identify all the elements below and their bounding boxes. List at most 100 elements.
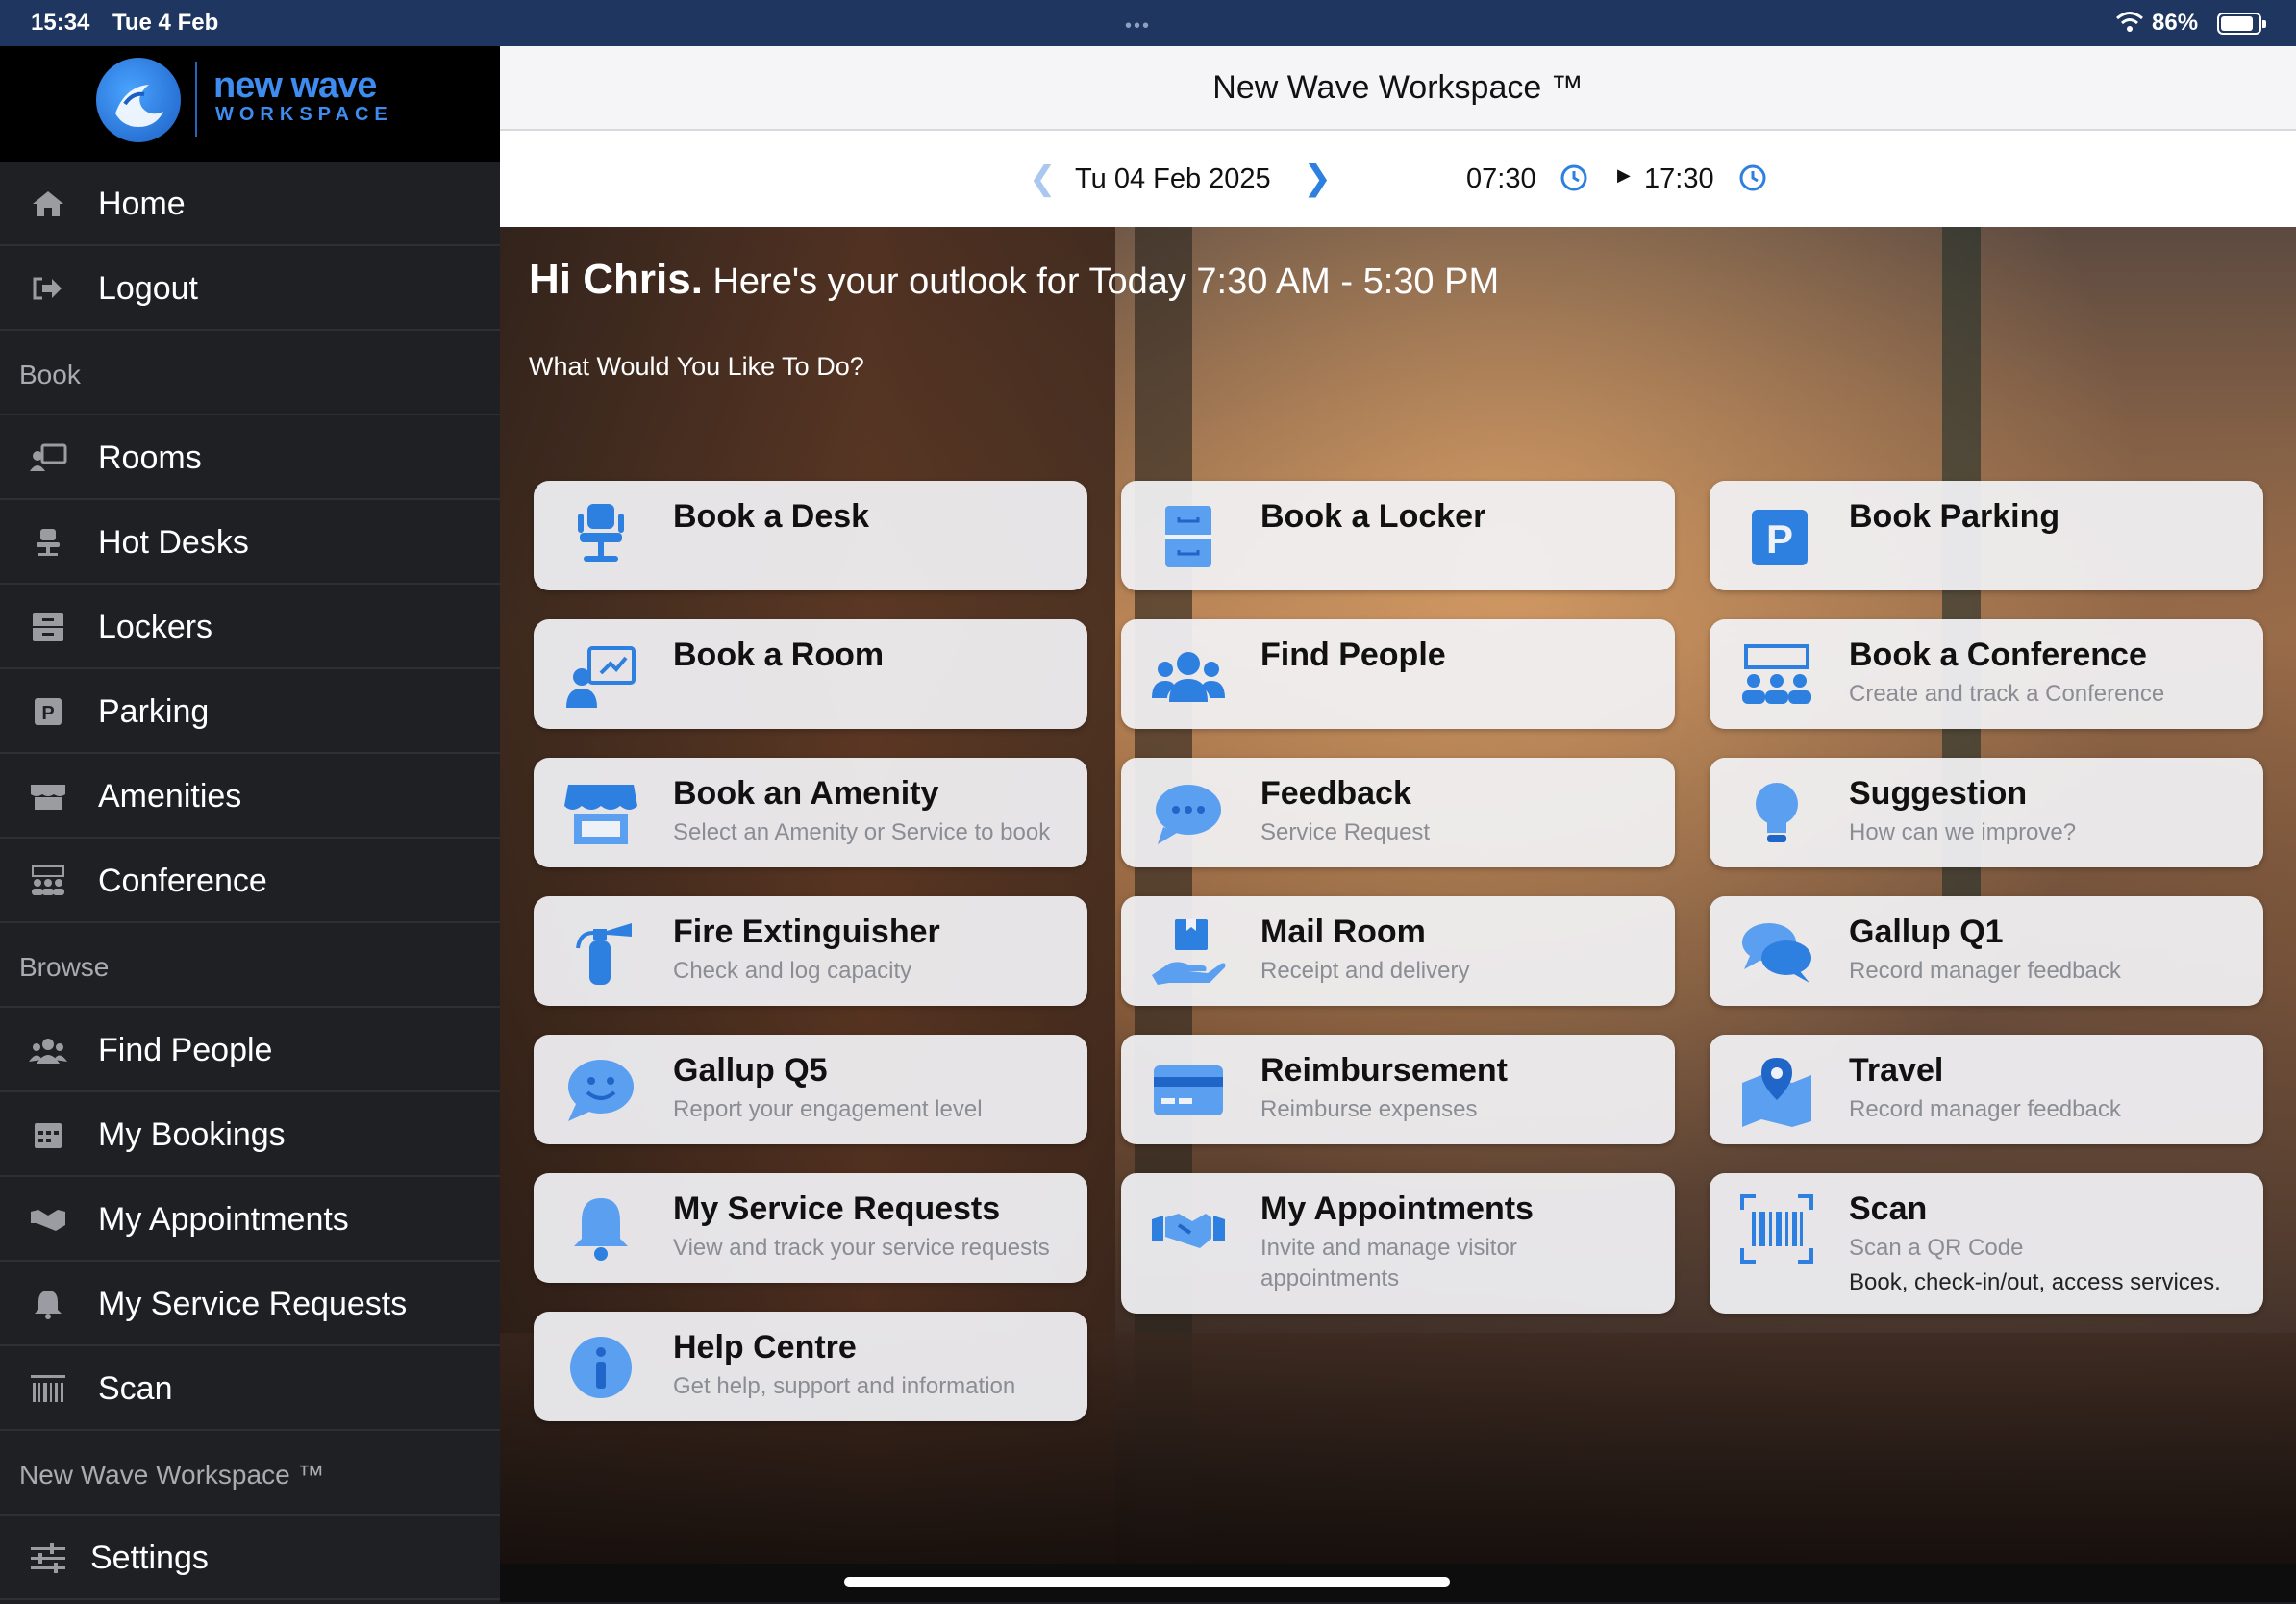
- section-heading: Browse: [19, 952, 110, 982]
- barcode-icon: [31, 1375, 65, 1402]
- dashboard: Hi Chris. Here's your outlook for Today …: [500, 227, 2296, 1602]
- tile-subtitle-line2: appointments: [1260, 1266, 1400, 1291]
- tile-suggestion[interactable]: Suggestion How can we improve?: [1710, 758, 2263, 867]
- tile-subtitle: Reimburse expenses: [1260, 1096, 1478, 1122]
- range-arrow-icon: ▶: [1617, 165, 1631, 185]
- sidebar-item-rooms[interactable]: Rooms: [0, 415, 500, 500]
- previous-day-button[interactable]: ❮: [1029, 160, 1057, 198]
- tile-title: Feedback: [1260, 775, 1411, 812]
- tile-my-appointments[interactable]: My Appointments Invite and manage visito…: [1121, 1173, 1675, 1314]
- tile-scan[interactable]: Scan Scan a QR Code Book, check-in/out, …: [1710, 1173, 2263, 1314]
- tile-title: Mail Room: [1260, 914, 1426, 950]
- logo-divider: [195, 62, 197, 137]
- sidebar-item-my-service-requests[interactable]: My Service Requests: [0, 1262, 500, 1346]
- sidebar-item-my-appointments[interactable]: My Appointments: [0, 1177, 500, 1262]
- tile-subtitle: Check and log capacity: [673, 958, 912, 984]
- sidebar-item-label: My Appointments: [98, 1201, 349, 1238]
- map-pin-icon: [1742, 1058, 1811, 1127]
- logo-subtitle: WORKSPACE: [215, 104, 393, 125]
- tile-mail-room[interactable]: Mail Room Receipt and delivery: [1121, 896, 1675, 1006]
- battery-icon: [2217, 13, 2266, 35]
- sidebar-item-my-bookings[interactable]: My Bookings: [0, 1092, 500, 1177]
- sidebar-item-label: Find People: [98, 1032, 273, 1068]
- start-clock-icon[interactable]: [1560, 163, 1588, 192]
- sidebar: new wave WORKSPACE Home Logout Book Room…: [0, 46, 500, 1604]
- greeting: Hi Chris. Here's your outlook for Today …: [529, 256, 1499, 304]
- tile-find-people[interactable]: Find People: [1121, 619, 1675, 729]
- wave-logo-icon: [96, 58, 181, 142]
- sidebar-section-book: Book: [0, 331, 500, 415]
- chat-bubble-icon: [1156, 785, 1221, 844]
- store-icon: [564, 785, 637, 844]
- amenity-icon: [31, 785, 65, 810]
- sidebar-item-hot-desks[interactable]: Hot Desks: [0, 500, 500, 585]
- sidebar-item-label: Conference: [98, 863, 267, 899]
- bell-icon: [35, 1291, 62, 1319]
- multitasking-dots-icon[interactable]: •••: [1125, 15, 1151, 38]
- sidebar-item-settings[interactable]: Settings: [0, 1516, 500, 1600]
- tile-gallup-q1[interactable]: Gallup Q1 Record manager feedback: [1710, 896, 2263, 1006]
- sidebar-item-label: Home: [98, 186, 186, 222]
- tile-title: Help Centre: [673, 1329, 857, 1366]
- presentation-icon: [566, 646, 636, 708]
- locker-icon: [33, 613, 63, 641]
- sidebar-item-conference[interactable]: Conference: [0, 839, 500, 923]
- parking-icon: P: [35, 698, 62, 725]
- sidebar-item-label: Settings: [90, 1540, 209, 1576]
- tile-my-service-requests[interactable]: My Service Requests View and track your …: [534, 1173, 1087, 1283]
- logout-icon: [33, 277, 62, 300]
- sidebar-item-scan[interactable]: Scan: [0, 1346, 500, 1431]
- tile-feedback[interactable]: Feedback Service Request: [1121, 758, 1675, 867]
- people-icon: [29, 1039, 67, 1064]
- tile-gallup-q5[interactable]: Gallup Q5 Report your engagement level: [534, 1035, 1087, 1144]
- logo-title: new wave: [213, 65, 377, 106]
- greeting-outlook: Here's your outlook for Today 7:30 AM - …: [712, 262, 1500, 302]
- next-day-button[interactable]: ❯: [1303, 158, 1332, 198]
- tile-subtitle: Record manager feedback: [1849, 958, 2121, 984]
- tile-book-a-conference[interactable]: Book a Conference Create and track a Con…: [1710, 619, 2263, 729]
- end-time[interactable]: 17:30: [1644, 163, 1714, 195]
- calendar-icon: [35, 1123, 62, 1148]
- tile-subtitle: Scan a QR Code: [1849, 1235, 2024, 1261]
- tile-travel[interactable]: Travel Record manager feedback: [1710, 1035, 2263, 1144]
- tile-title: Book an Amenity: [673, 775, 939, 812]
- sidebar-item-lockers[interactable]: Lockers: [0, 585, 500, 669]
- home-icon: [33, 191, 63, 216]
- tile-subtitle: View and track your service requests: [673, 1235, 1050, 1261]
- sidebar-section-footer: New Wave Workspace ™: [0, 1431, 500, 1516]
- tile-fire-extinguisher[interactable]: Fire Extinguisher Check and log capacity: [534, 896, 1087, 1006]
- end-clock-icon[interactable]: [1738, 163, 1767, 192]
- tile-book-a-locker[interactable]: Book a Locker: [1121, 481, 1675, 590]
- status-bar: 15:34 Tue 4 Feb ••• 86%: [0, 0, 2296, 46]
- start-time[interactable]: 07:30: [1466, 163, 1536, 195]
- tile-subtitle: Create and track a Conference: [1849, 681, 2165, 707]
- sidebar-item-parking[interactable]: P Parking: [0, 669, 500, 754]
- sidebar-item-home[interactable]: Home: [0, 162, 500, 246]
- home-indicator[interactable]: [844, 1577, 1450, 1587]
- sidebar-item-find-people[interactable]: Find People: [0, 1008, 500, 1092]
- tile-subtitle: Get help, support and information: [673, 1373, 1016, 1399]
- sidebar-section-browse: Browse: [0, 923, 500, 1008]
- tile-title: Fire Extinguisher: [673, 914, 940, 950]
- tile-title: Book a Desk: [673, 498, 870, 535]
- sidebar-item-label: My Service Requests: [98, 1286, 408, 1322]
- tile-subtitle-line2: Book, check-in/out, access services.: [1849, 1269, 2221, 1295]
- sidebar-item-amenities[interactable]: Amenities: [0, 754, 500, 839]
- tile-book-a-desk[interactable]: Book a Desk: [534, 481, 1087, 590]
- battery-percent: 86%: [2152, 10, 2199, 36]
- room-icon: [30, 443, 67, 471]
- sidebar-item-logout[interactable]: Logout: [0, 246, 500, 331]
- selected-date[interactable]: Tu 04 Feb 2025: [1075, 163, 1271, 195]
- tile-book-a-room[interactable]: Book a Room: [534, 619, 1087, 729]
- tile-reimbursement[interactable]: Reimbursement Reimburse expenses: [1121, 1035, 1675, 1144]
- tile-title: Gallup Q1: [1849, 914, 2004, 950]
- sidebar-item-label: Parking: [98, 693, 210, 730]
- tile-help-centre[interactable]: Help Centre Get help, support and inform…: [534, 1312, 1087, 1421]
- tile-title: Find People: [1260, 637, 1446, 673]
- lightbulb-icon: [1756, 783, 1798, 842]
- tile-book-an-amenity[interactable]: Book an Amenity Select an Amenity or Ser…: [534, 758, 1087, 867]
- fire-extinguisher-icon: [576, 923, 632, 985]
- chat-bubbles-icon: [1742, 923, 1811, 983]
- sidebar-item-label: Logout: [98, 270, 198, 307]
- tile-book-parking[interactable]: P Book Parking: [1710, 481, 2263, 590]
